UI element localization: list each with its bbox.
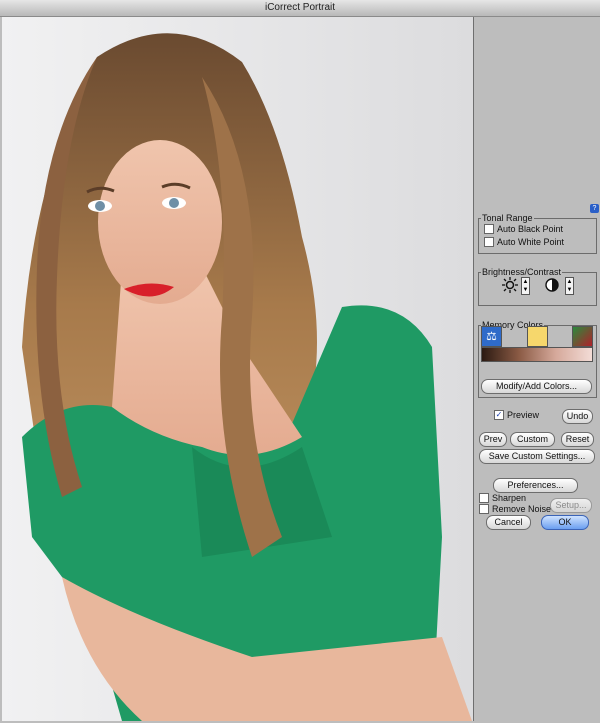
window-titlebar: iCorrect Portrait: [0, 0, 600, 17]
auto-black-point-label: Auto Black Point: [497, 224, 564, 234]
auto-black-point-box[interactable]: [484, 224, 494, 234]
reset-button[interactable]: Reset: [561, 432, 594, 447]
contrast-icon: [545, 278, 559, 292]
preview-box[interactable]: ✓: [494, 410, 504, 420]
brightness-contrast-legend: Brightness/Contrast: [482, 267, 562, 277]
auto-white-point-box[interactable]: [484, 237, 494, 247]
remove-noise-checkbox[interactable]: Remove Noise: [479, 504, 551, 514]
sharpen-checkbox[interactable]: Sharpen: [479, 493, 526, 503]
auto-black-point-checkbox[interactable]: Auto Black Point: [484, 224, 563, 234]
memory-color-gradient[interactable]: [481, 347, 593, 362]
undo-button[interactable]: Undo: [562, 409, 593, 424]
prev-button[interactable]: Prev: [479, 432, 507, 447]
color-picker-icon[interactable]: [572, 326, 593, 347]
help-icon[interactable]: ?: [590, 204, 599, 213]
balance-icon[interactable]: ⚖: [481, 326, 502, 347]
preview-checkbox[interactable]: ✓ Preview: [494, 410, 539, 420]
auto-white-point-label: Auto White Point: [497, 237, 565, 247]
ok-button[interactable]: OK: [541, 515, 589, 530]
auto-white-point-checkbox[interactable]: Auto White Point: [484, 237, 564, 247]
modify-add-colors-button[interactable]: Modify/Add Colors...: [481, 379, 592, 394]
cancel-button[interactable]: Cancel: [486, 515, 531, 530]
skin-tone-icon[interactable]: [527, 326, 548, 347]
brightness-stepper[interactable]: ▲ ▼: [521, 277, 530, 295]
sharpen-label: Sharpen: [492, 493, 527, 503]
sharpen-box[interactable]: [479, 493, 489, 503]
sun-icon: [502, 277, 518, 293]
photo-preview: [2, 17, 474, 721]
custom-button[interactable]: Custom: [510, 432, 555, 447]
setup-button[interactable]: Setup...: [550, 498, 592, 513]
remove-noise-label: Remove Noise: [492, 504, 552, 514]
save-custom-settings-button[interactable]: Save Custom Settings...: [479, 449, 595, 464]
preferences-button[interactable]: Preferences...: [493, 478, 578, 493]
window-title: iCorrect Portrait: [264, 2, 335, 13]
preview-label: Preview: [507, 410, 540, 420]
contrast-stepper[interactable]: ▲ ▼: [565, 277, 574, 295]
brightness-contrast-group: Brightness/Contrast: [478, 267, 597, 306]
tonal-range-legend: Tonal Range: [482, 213, 533, 223]
remove-noise-box[interactable]: [479, 504, 489, 514]
portrait-image: [2, 17, 473, 721]
